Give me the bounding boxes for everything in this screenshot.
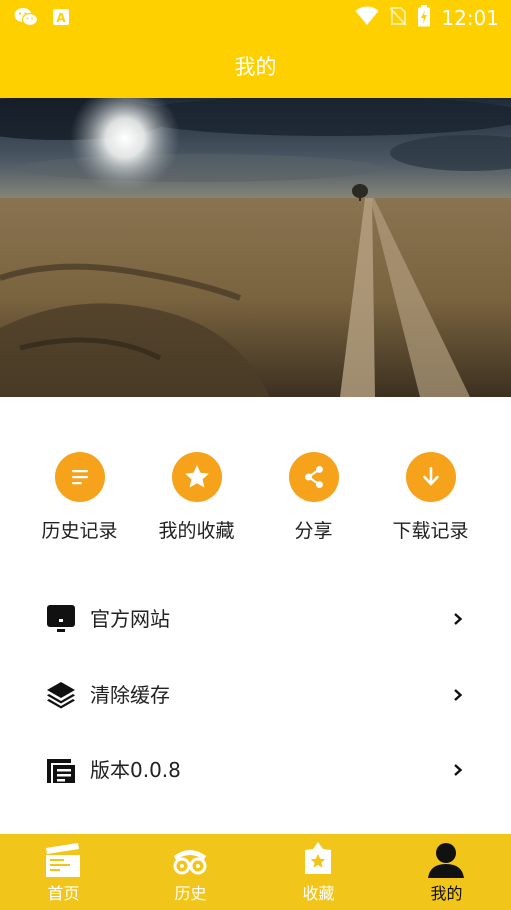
wechat-icon <box>14 7 39 31</box>
list-icon <box>54 452 105 502</box>
download-records-label: 下载记录 <box>392 520 469 542</box>
battery-charging-icon <box>417 5 431 31</box>
user-icon <box>426 840 466 880</box>
bottom-navigation: 首页 历史 收藏 我的 <box>0 834 511 910</box>
tab-history[interactable]: 历史 <box>127 834 254 910</box>
download-records-button[interactable]: 下载记录 <box>372 452 489 544</box>
status-time: 12:01 <box>441 6 499 30</box>
menu-item-official-website[interactable]: 官方网站 <box>0 584 511 644</box>
my-favorites-label: 我的收藏 <box>158 520 235 542</box>
download-icon <box>405 452 456 502</box>
chevron-right-icon <box>451 611 465 625</box>
tab-home[interactable]: 首页 <box>0 834 127 910</box>
star-bag-icon <box>298 840 338 880</box>
clapperboard-icon <box>43 840 83 880</box>
share-label: 分享 <box>294 520 333 542</box>
star-icon <box>171 452 222 502</box>
no-sim-icon <box>389 6 408 30</box>
page-title: 我的 <box>234 55 277 79</box>
menu-item-version[interactable]: 版本0.0.8 <box>0 735 511 795</box>
history-records-label: 历史记录 <box>41 520 118 542</box>
tab-favorites-label: 收藏 <box>302 884 335 903</box>
banner-image <box>0 98 511 397</box>
film-reel-icon <box>170 840 210 880</box>
menu-label-clear-cache: 清除缓存 <box>90 683 170 707</box>
tab-favorites[interactable]: 收藏 <box>255 834 382 910</box>
monitor-icon <box>45 602 77 634</box>
share-button[interactable]: 分享 <box>255 452 372 544</box>
menu-item-clear-cache[interactable]: 清除缓存 <box>0 660 511 720</box>
tab-home-label: 首页 <box>47 884 80 903</box>
menu-label-version: 版本0.0.8 <box>90 758 181 782</box>
keyboard-a-icon: A <box>52 8 70 30</box>
status-bar: A 12:01 <box>0 0 511 34</box>
tab-history-label: 历史 <box>174 884 207 903</box>
history-records-button[interactable]: 历史记录 <box>21 452 138 544</box>
quick-actions: 历史记录 我的收藏 分享 下载记录 <box>0 452 511 552</box>
top-app-bar: A 12:01 我的 <box>0 0 511 98</box>
chevron-right-icon <box>451 687 465 701</box>
layers-icon <box>45 678 77 710</box>
share-icon <box>288 452 339 502</box>
chevron-right-icon <box>451 762 465 776</box>
my-favorites-button[interactable]: 我的收藏 <box>138 452 255 544</box>
wifi-icon <box>355 6 379 30</box>
menu-label-official-website: 官方网站 <box>90 607 170 631</box>
tab-mine-label: 我的 <box>430 884 463 903</box>
version-icon <box>45 753 77 785</box>
tab-mine[interactable]: 我的 <box>383 834 510 910</box>
svg-text:A: A <box>56 11 66 25</box>
